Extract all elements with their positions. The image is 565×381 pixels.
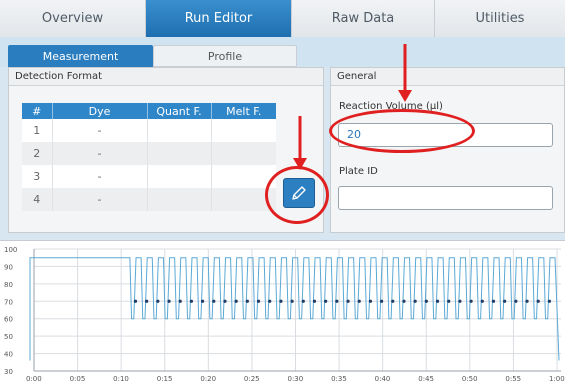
measurement-point [447,299,451,303]
measurement-point [413,299,417,303]
measurement-point [145,299,149,303]
measurement-point [503,299,507,303]
x-tick-label: 1:00 [549,375,565,381]
measurement-point [536,299,540,303]
x-tick-label: 0:00 [26,375,42,381]
measurement-point [469,299,473,303]
measurement-point [346,299,350,303]
measurement-point [133,299,138,303]
measurement-point [324,299,328,303]
measurement-point [514,299,518,303]
y-tick-label: 80 [4,281,13,289]
measurement-point [201,299,205,303]
measurement-point [279,299,283,303]
measurement-point [525,299,529,303]
measurement-point [268,299,272,303]
measurement-point [223,299,227,303]
arrow-down-icon [398,44,412,102]
measurement-point [301,299,305,303]
thermal-profile-svg: 100 90 80 70 60 50 40 30 0:00 0:05 0:10 0:15 0:20 0:2… [4,246,565,381]
measurement-point [256,299,261,303]
x-tick-label: 0:40 [375,375,391,381]
measurement-point [391,299,395,303]
measurement-point [547,299,552,303]
measurement-point [290,299,294,303]
measurement-point [245,299,249,303]
measurement-point [402,299,406,303]
y-tick-label: 100 [4,246,17,254]
measurement-point [212,299,216,303]
y-tick-label: 60 [4,316,13,324]
x-tick-label: 0:30 [288,375,304,381]
measurement-point [491,299,496,303]
measurement-point [458,299,462,303]
measurement-point [480,299,484,303]
measurement-point [357,299,361,303]
y-tick-label: 70 [4,298,13,306]
x-tick-label: 0:35 [331,375,347,381]
x-tick-label: 0:15 [157,375,173,381]
thermal-profile-chart: 100 90 80 70 60 50 40 30 0:00 0:05 0:10 0:15 0:20 0:2… [0,240,565,381]
measurement-point [167,299,171,303]
x-tick-label: 0:25 [244,375,260,381]
profile-line [29,257,560,361]
x-tick-label: 0:50 [462,375,478,381]
measurement-point [368,299,373,303]
arrow-down-icon [293,116,307,170]
y-tick-label: 30 [4,368,13,376]
measurement-point [234,299,238,303]
x-tick-label: 0:05 [70,375,86,381]
y-tick-label: 50 [4,333,13,341]
measurement-point [156,299,160,303]
measurement-point [435,299,440,303]
measurement-point [312,299,317,303]
x-tick-label: 0:45 [418,375,434,381]
x-tick-label: 0:20 [200,375,216,381]
measurement-point [178,299,182,303]
y-tick-label: 40 [4,351,13,359]
measurement-point [379,299,384,303]
x-tick-label: 0:55 [505,375,521,381]
measurement-point [335,299,339,303]
x-tick-label: 0:10 [113,375,129,381]
measurement-point [424,299,428,303]
measurement-point [189,299,194,303]
y-tick-label: 90 [4,263,13,271]
